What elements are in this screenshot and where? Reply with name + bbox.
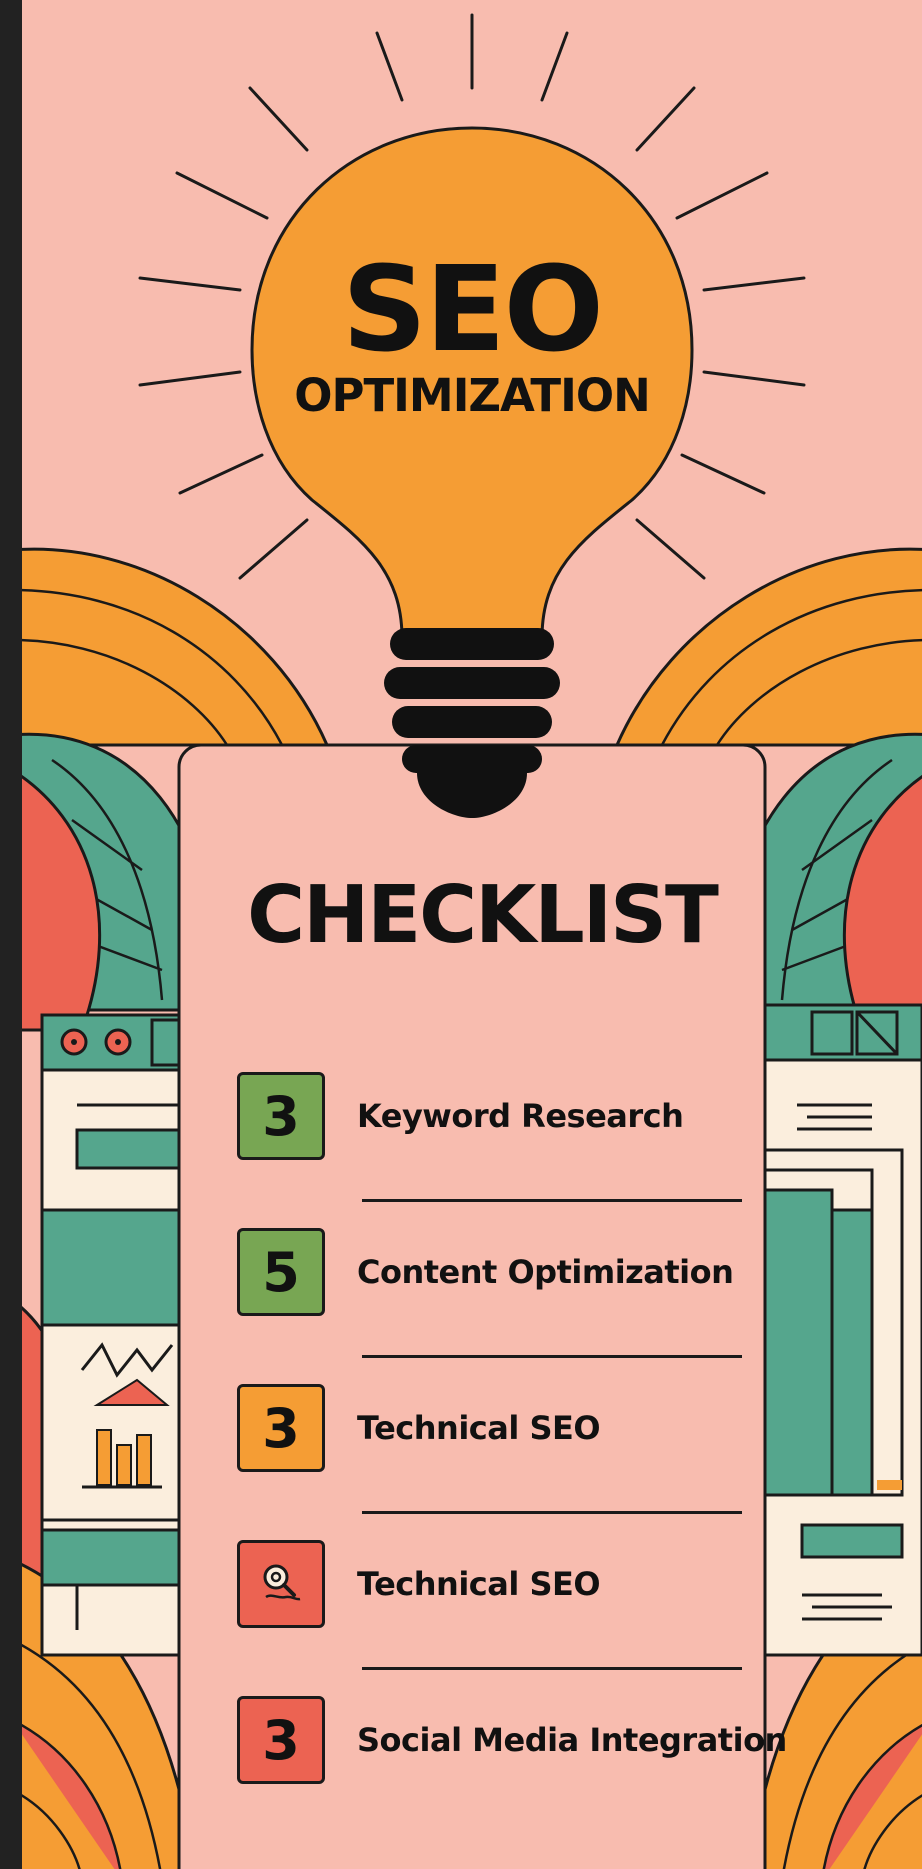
title-seo: SEO [342,240,604,378]
checklist-item-content-optimization: 5 Content Optimization [232,1228,772,1358]
infographic-canvas: SEO OPTIMIZATION CHECKLIST 3 Keyword Res… [22,0,922,1869]
checklist-item-label: Technical SEO [357,1565,601,1603]
checklist-item-label: Technical SEO [357,1409,601,1447]
left-leaf-orange-top [22,547,330,747]
badge-number: 5 [237,1228,325,1316]
badge-number: 3 [237,1072,325,1160]
title-optimization: OPTIMIZATION [294,369,651,422]
checklist-item-technical-seo: 3 Technical SEO [232,1384,772,1514]
separator-line [362,1355,742,1358]
separator-line [362,1511,742,1514]
badge-number: 3 [237,1696,325,1784]
checklist-item-label: Keyword Research [357,1097,684,1135]
checklist-title: CHECKLIST [247,869,719,961]
search-gear-icon [263,1564,301,1601]
badge-icon-box [237,1540,325,1628]
checklist-item-keyword-research: 3 Keyword Research [232,1072,772,1202]
right-leaf-orange-top [614,547,922,747]
checklist-item-technical-seo-2: Technical SEO [232,1540,772,1670]
checklist-item-label: Social Media Integration [357,1721,787,1759]
checklist-item-social-media-integration: 3 Social Media Integration [232,1696,787,1790]
separator-line [362,1667,742,1670]
badge-number: 3 [237,1384,325,1472]
separator-line [362,1199,742,1202]
checklist-item-label: Content Optimization [357,1253,734,1291]
